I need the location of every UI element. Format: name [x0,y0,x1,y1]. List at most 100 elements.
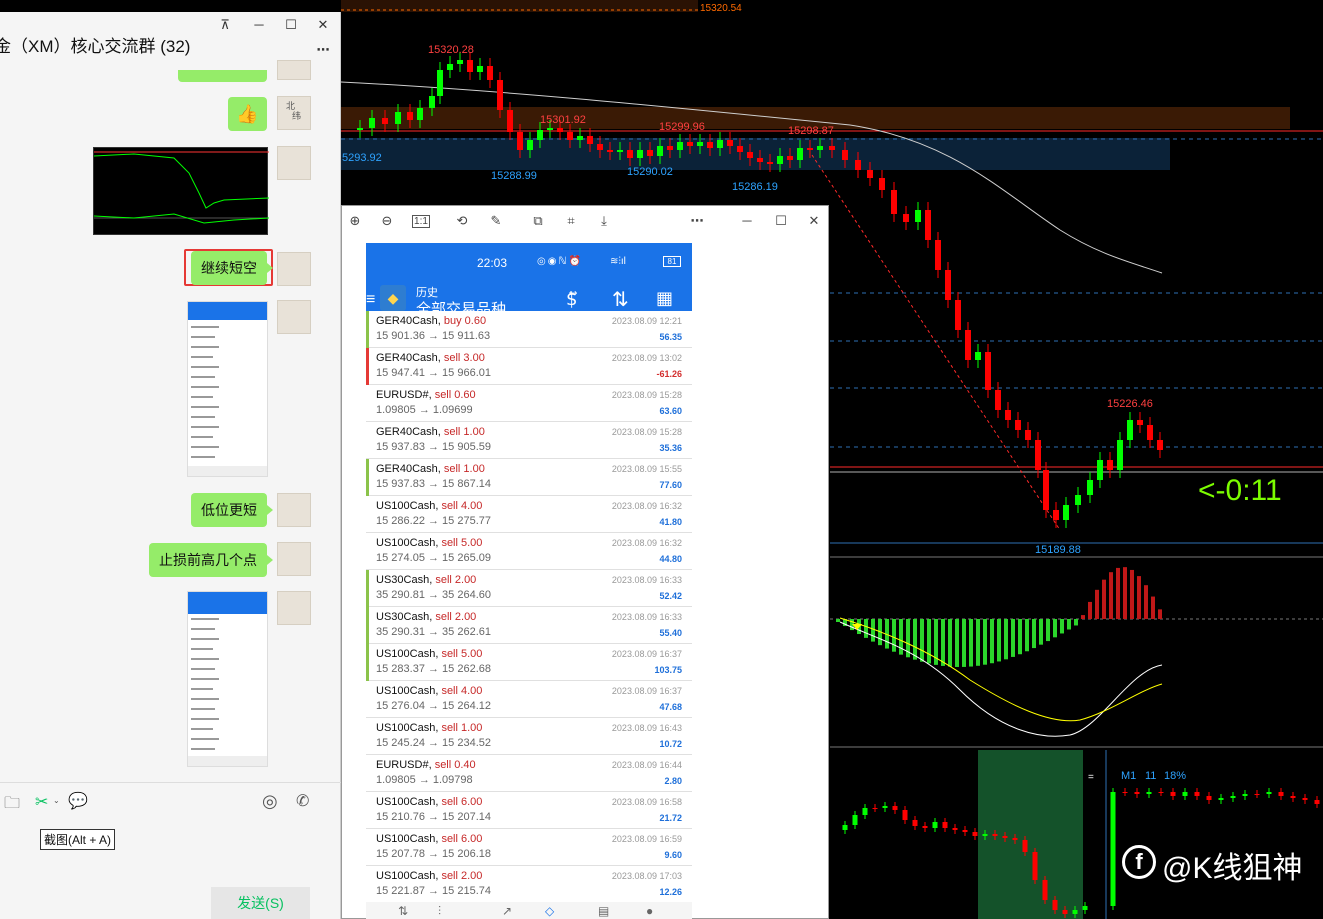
more-icon[interactable]: ⋯ [688,212,706,230]
trade-marker [366,533,369,570]
avatar[interactable] [277,493,311,527]
candle-body [1194,792,1200,796]
trade-time: 2023.08.09 16:43 [611,723,682,733]
message-bubble[interactable]: 继续短空 [191,251,273,285]
candle-body [1254,794,1260,795]
scan-icon[interactable]: ⌗ [562,212,580,230]
macd-bar [1053,619,1057,638]
minimize-button[interactable]: ─ [248,14,270,36]
trade-row[interactable]: US30Cash, sell 2.00 35 290.81 → 35 264.60… [366,570,692,607]
message-bubble-partial[interactable] [178,70,267,82]
dollar-icon[interactable]: $⃡ [566,289,577,310]
trade-row[interactable]: US100Cash, sell 6.00 15 210.76 → 15 207.1… [366,792,692,829]
macd-bar [836,619,840,622]
message-bubble[interactable]: 低位更短 [191,493,273,527]
candle-body [1170,792,1176,796]
more-icon[interactable]: ⋯ [312,39,334,61]
candle-body [862,808,868,815]
trade-marker [366,348,369,385]
download-icon[interactable]: ⤓ [595,212,613,230]
candle-body [1290,796,1296,798]
trade-row[interactable]: US100Cash, sell 5.00 15 283.37 → 15 262.6… [366,644,692,681]
translate-icon[interactable]: ⧉ [529,212,547,230]
candle-body [972,832,978,836]
candle-body [697,142,703,146]
close-button[interactable]: ✕ [805,212,823,230]
menu-icon[interactable]: ≡ [366,291,375,309]
chat-window: 金（XM）核心交流群 (32) ⊼ ─ ☐ ✕ ⋯ 👍 北纬 继续短空 低位更短… [0,12,341,919]
history-icon[interactable]: ◇ [545,904,554,918]
trade-row[interactable]: EURUSD#, sell 0.40 1.09805 → 1.09798 2023.… [366,755,692,792]
actual-size-icon[interactable]: 1:1 [412,215,430,228]
chart-icon[interactable]: ⫶ [438,904,441,919]
avatar[interactable] [277,300,311,334]
price-label-p3: 15298.87 [788,125,834,137]
avatar[interactable] [277,542,311,576]
pin-icon[interactable]: ⊼ [214,14,236,36]
candle-body [1278,792,1284,796]
trade-row[interactable]: US100Cash, sell 6.00 15 207.78 → 15 206.1… [366,829,692,866]
trade-prices: 15 901.36 → 15 911.63 [376,330,491,342]
trade-row[interactable]: GER40Cash, buy 0.60 15 901.36 → 15 911.63… [366,311,692,348]
calendar-icon[interactable]: ▦ [656,288,673,309]
zoom-in-icon[interactable]: ⊕ [346,212,364,230]
scissors-icon[interactable]: ✂ [35,792,48,812]
edit-icon[interactable]: ✎ [487,212,505,230]
send-button[interactable]: 发送(S) [211,887,310,919]
maximize-button[interactable]: ☐ [280,14,302,36]
quotes-icon[interactable]: ⇅ [398,904,408,918]
live-icon[interactable]: ◎ [262,791,278,812]
trade-row[interactable]: US100Cash, sell 1.00 15 245.24 → 15 234.5… [366,718,692,755]
phone-icon[interactable]: ✆ [296,791,309,811]
trade-prices: 15 276.04 → 15 264.12 [376,700,491,712]
trade-row[interactable]: US30Cash, sell 2.00 35 290.31 → 35 262.61… [366,607,692,644]
trade-row[interactable]: US100Cash, sell 4.00 15 286.22 → 15 275.7… [366,496,692,533]
folder-icon[interactable]: 🗀 [4,792,20,819]
candle-body [1158,792,1164,793]
close-button[interactable]: ✕ [312,14,334,36]
chat-bubble-icon[interactable]: 💬 [68,791,88,811]
thumbs-up-message[interactable]: 👍 [228,97,267,131]
trade-side: sell 4.00 [441,500,483,512]
trade-icon[interactable]: ↗ [502,904,512,918]
trade-row[interactable]: GER40Cash, sell 3.00 15 947.41 → 15 966.0… [366,348,692,385]
messages-icon[interactable]: ▤ [598,904,609,918]
candle-body [892,806,898,810]
trade-side: sell 2.00 [435,611,477,623]
bar-countdown: <-0:11 [1198,474,1282,507]
macd-bar [941,619,945,666]
candle-body [829,146,835,150]
message-bubble[interactable]: 止损前高几个点 [149,543,273,577]
avatar[interactable] [277,252,311,286]
image-message-trades-2[interactable] [187,591,268,767]
trade-row[interactable]: EURUSD#, sell 0.60 1.09805 → 1.09699 2023.… [366,385,692,422]
chevron-down-icon[interactable]: ⌄ [53,796,60,805]
candle-body [955,300,961,330]
macd-bar [1060,619,1064,634]
settings-icon[interactable]: ● [646,904,653,918]
trade-row[interactable]: US100Cash, sell 2.00 15 221.87 → 15 215.7… [366,866,692,903]
trade-time: 2023.08.09 15:28 [611,390,682,400]
image-message-chart[interactable] [93,147,270,235]
minimize-button[interactable]: ─ [738,212,756,230]
avatar[interactable] [277,60,311,80]
price-label-low3: 15286.19 [732,181,778,193]
trade-row[interactable]: US100Cash, sell 4.00 15 276.04 → 15 264.1… [366,681,692,718]
avatar[interactable] [277,591,311,625]
avatar[interactable]: 北纬 [277,96,311,130]
avatar[interactable] [277,146,311,180]
zoom-out-icon[interactable]: ⊖ [378,212,396,230]
candle-body [855,160,861,170]
trade-row[interactable]: US100Cash, sell 5.00 15 274.05 → 15 265.0… [366,533,692,570]
candle-body [935,240,941,270]
trade-row[interactable]: GER40Cash, sell 1.00 15 937.83 → 15 905.5… [366,422,692,459]
rotate-icon[interactable]: ⟲ [453,212,471,230]
macd-bar [969,619,973,667]
image-message-trades-1[interactable] [187,301,268,477]
trade-row[interactable]: GER40Cash, sell 1.00 15 937.83 → 15 867.1… [366,459,692,496]
maximize-button[interactable]: ☐ [772,212,790,230]
phone-bottom-nav[interactable]: ⇅ ⫶ ↗ ◇ ▤ ● [366,902,692,919]
sort-icon[interactable]: ⇅ [612,287,629,312]
trade-symbol: US100Cash, sell 1.00 [376,722,483,734]
trade-marker [366,681,369,718]
